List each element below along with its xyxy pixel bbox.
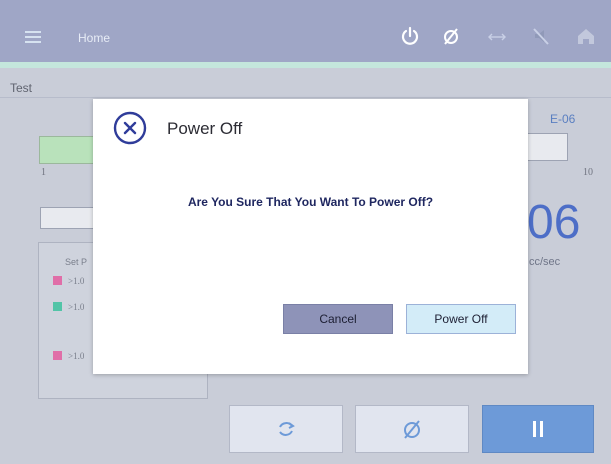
cancel-icon	[404, 420, 420, 439]
cancel-icon[interactable]	[440, 25, 462, 47]
power-off-button[interactable]: Power Off	[406, 304, 516, 334]
swap-arrows-icon[interactable]	[486, 25, 508, 47]
setpoint-title: Set P	[65, 257, 88, 267]
scale-min-label: 1	[41, 167, 46, 178]
refresh-icon	[279, 422, 295, 436]
legend-item: >1.0	[53, 276, 84, 286]
progress-bar	[39, 136, 101, 164]
pause-icon	[533, 421, 543, 437]
cancel-button[interactable]: Cancel	[283, 304, 393, 334]
header-accent-line	[0, 62, 611, 68]
close-icon	[113, 111, 147, 145]
swatch-icon	[53, 302, 62, 311]
power-off-dialog: Power Off Are You Sure That You Want To …	[93, 99, 528, 374]
section-label: Test	[10, 81, 33, 95]
legend-item: >1.0	[53, 351, 84, 361]
power-icon[interactable]	[399, 25, 421, 47]
legend-item: >1.0	[53, 302, 84, 312]
dialog-message: Are You Sure That You Want To Power Off?	[187, 195, 434, 209]
swatch-icon	[53, 276, 62, 285]
pause-button[interactable]	[482, 405, 594, 453]
unit-label: cc/sec	[529, 256, 561, 268]
swatch-icon	[53, 351, 62, 360]
page-title: Home	[78, 31, 111, 45]
readout-box	[527, 133, 568, 161]
divider	[0, 97, 611, 98]
leak-rate-value: 06	[527, 196, 581, 249]
menu-icon[interactable]	[25, 31, 41, 43]
mute-icon[interactable]	[530, 25, 552, 47]
scale-max-label: 10	[583, 167, 593, 178]
top-bar: Home	[0, 0, 611, 68]
refresh-button[interactable]	[229, 405, 343, 453]
home-icon[interactable]	[575, 25, 597, 47]
stop-test-button[interactable]	[355, 405, 469, 453]
dialog-title: Power Off	[167, 119, 243, 138]
exponent-label: E-06	[550, 112, 576, 126]
